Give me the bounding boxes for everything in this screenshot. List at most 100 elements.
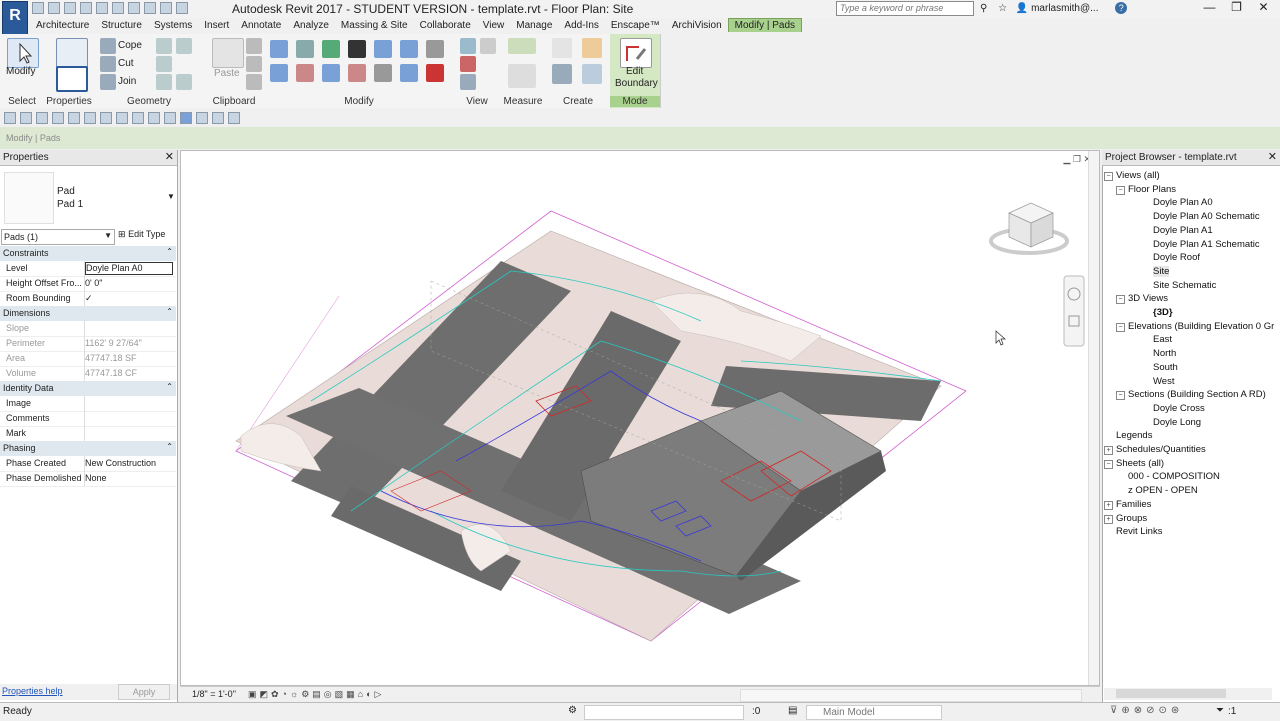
split-icon[interactable] [374,40,392,58]
create-parts-icon[interactable] [582,38,602,58]
browser-item[interactable]: {3D} [1153,307,1173,318]
browser-item[interactable]: Doyle Cross [1153,403,1205,414]
browser-item[interactable]: Groups [1116,513,1147,524]
modify-label[interactable]: Modify [6,66,35,77]
tab-manage[interactable]: Manage [510,19,558,32]
3d-view-icon[interactable] [160,2,172,14]
wall-join-icon[interactable] [156,56,172,72]
sync-icon[interactable] [64,2,76,14]
rotate-icon[interactable] [348,40,366,58]
collapse-icon[interactable]: − [1116,391,1125,401]
instance-filter-dropdown[interactable]: Pads (1) ▼ [1,229,115,245]
edit-label[interactable]: Edit [626,66,643,77]
help-icon[interactable]: ? [1115,2,1128,14]
browser-item[interactable]: 000 - COMPOSITION [1128,471,1220,482]
expand-icon[interactable]: + [1104,514,1113,524]
apply-button[interactable]: Apply [118,684,170,700]
properties-close-icon[interactable]: ✕ [165,150,174,163]
demolish-icon[interactable] [156,74,172,90]
unpin-icon[interactable] [426,40,444,58]
browser-item[interactable]: East [1153,334,1172,345]
property-row[interactable]: Phase Demolished None [0,471,176,487]
join-icon[interactable] [100,74,116,90]
undo-arrow-icon[interactable] [52,112,64,124]
browser-item[interactable]: Revit Links [1116,526,1162,537]
browser-item[interactable]: Site Schematic [1153,280,1216,291]
property-row[interactable]: Mark [0,426,176,442]
delete-icon[interactable] [426,64,444,82]
tab-enscape[interactable]: Enscape™ [605,19,666,32]
collapse-icon[interactable]: ⌃ [166,247,173,256]
browser-item[interactable]: Legends [1116,430,1152,441]
horizontal-scrollbar[interactable] [740,689,1082,702]
collapse-icon[interactable]: − [1104,172,1113,181]
browser-item[interactable]: z OPEN - OPEN [1128,485,1198,496]
project-browser-close-icon[interactable]: ✕ [1268,150,1277,163]
property-row[interactable]: Room Bounding ✓ [0,291,176,307]
browser-item[interactable]: Views (all) [1116,170,1160,181]
save-file-icon[interactable] [20,112,32,124]
tab-insert[interactable]: Insert [198,19,235,32]
browser-item[interactable]: Schedules/Quantities [1116,444,1206,455]
section-dimensions[interactable]: Dimensions ⌃ [0,306,176,321]
open-file-icon[interactable] [4,112,16,124]
close-icon[interactable]: ✕ [1250,0,1277,14]
select-box-icon[interactable] [460,74,476,90]
section-identity-data[interactable]: Identity Data ⌃ [0,381,176,396]
customize-qat-icon[interactable] [228,112,240,124]
maximize-icon[interactable]: ❐ [1223,0,1250,14]
join-geometry-icon[interactable] [176,74,192,90]
browser-item[interactable]: West [1153,376,1174,387]
text-a-icon[interactable] [132,112,144,124]
measure-icon[interactable] [128,2,140,14]
save-icon[interactable] [48,2,60,14]
scroll-thumb[interactable] [1116,689,1226,698]
cut-icon[interactable] [100,56,116,72]
tag-icon[interactable] [116,112,128,124]
trim-icon[interactable] [348,64,366,82]
cut-clipboard-icon[interactable] [246,38,262,54]
move-icon[interactable] [322,40,340,58]
property-value[interactable]: 0' 0" [85,278,171,288]
align-dim-icon[interactable] [100,112,112,124]
cope-button[interactable]: Cope [118,40,142,51]
browser-item[interactable]: Doyle Roof [1153,252,1200,263]
join-button[interactable]: Join [118,76,136,87]
property-row[interactable]: Level Doyle Plan A0 [0,261,176,277]
browser-item[interactable]: Doyle Plan A1 [1153,225,1213,236]
undo-icon[interactable] [80,2,92,14]
type-name[interactable]: Pad 1 [57,199,83,210]
copy-icon[interactable] [246,56,262,72]
copy-icon[interactable] [322,64,340,82]
mirror-draw-icon[interactable] [296,64,314,82]
tab-massing-site[interactable]: Massing & Site [335,19,414,32]
print-icon[interactable] [112,2,124,14]
close-hidden-icon[interactable] [196,112,208,124]
property-value[interactable]: New Construction [85,458,171,468]
redo-arrow-icon[interactable] [68,112,80,124]
open-icon[interactable] [32,2,44,14]
pin-icon[interactable] [374,64,392,82]
browser-item[interactable]: Families [1116,499,1151,510]
type-selector-arrow-icon[interactable]: ▼ [167,192,175,201]
type-family[interactable]: Pad [57,186,75,197]
tab-collaborate[interactable]: Collaborate [414,19,477,32]
view-window-controls[interactable]: ▁ ❐ ✕ [1063,154,1091,165]
browser-item[interactable]: Doyle Plan A0 [1153,197,1213,208]
property-row[interactable]: Height Offset Fro... 0' 0" [0,276,176,292]
tab-architecture[interactable]: Architecture [30,19,95,32]
properties-help-link[interactable]: Properties help [2,686,63,696]
expand-icon[interactable]: + [1104,500,1113,510]
tab-archivision[interactable]: ArchiVision [666,19,728,32]
paint-icon[interactable] [176,38,192,54]
cope-icon[interactable] [100,38,116,54]
worksets-icon[interactable]: ⚙ [568,705,577,716]
section-constraints[interactable]: Constraints ⌃ [0,246,176,261]
tab-add-ins[interactable]: Add-Ins [558,19,604,32]
create-similar-icon[interactable] [582,64,602,84]
collapse-icon[interactable]: − [1116,295,1125,305]
browser-item[interactable]: Floor Plans [1128,184,1176,195]
measure-icon[interactable] [508,38,536,54]
browser-item[interactable]: Doyle Plan A1 Schematic [1153,239,1260,250]
match-type-icon[interactable] [246,74,262,90]
